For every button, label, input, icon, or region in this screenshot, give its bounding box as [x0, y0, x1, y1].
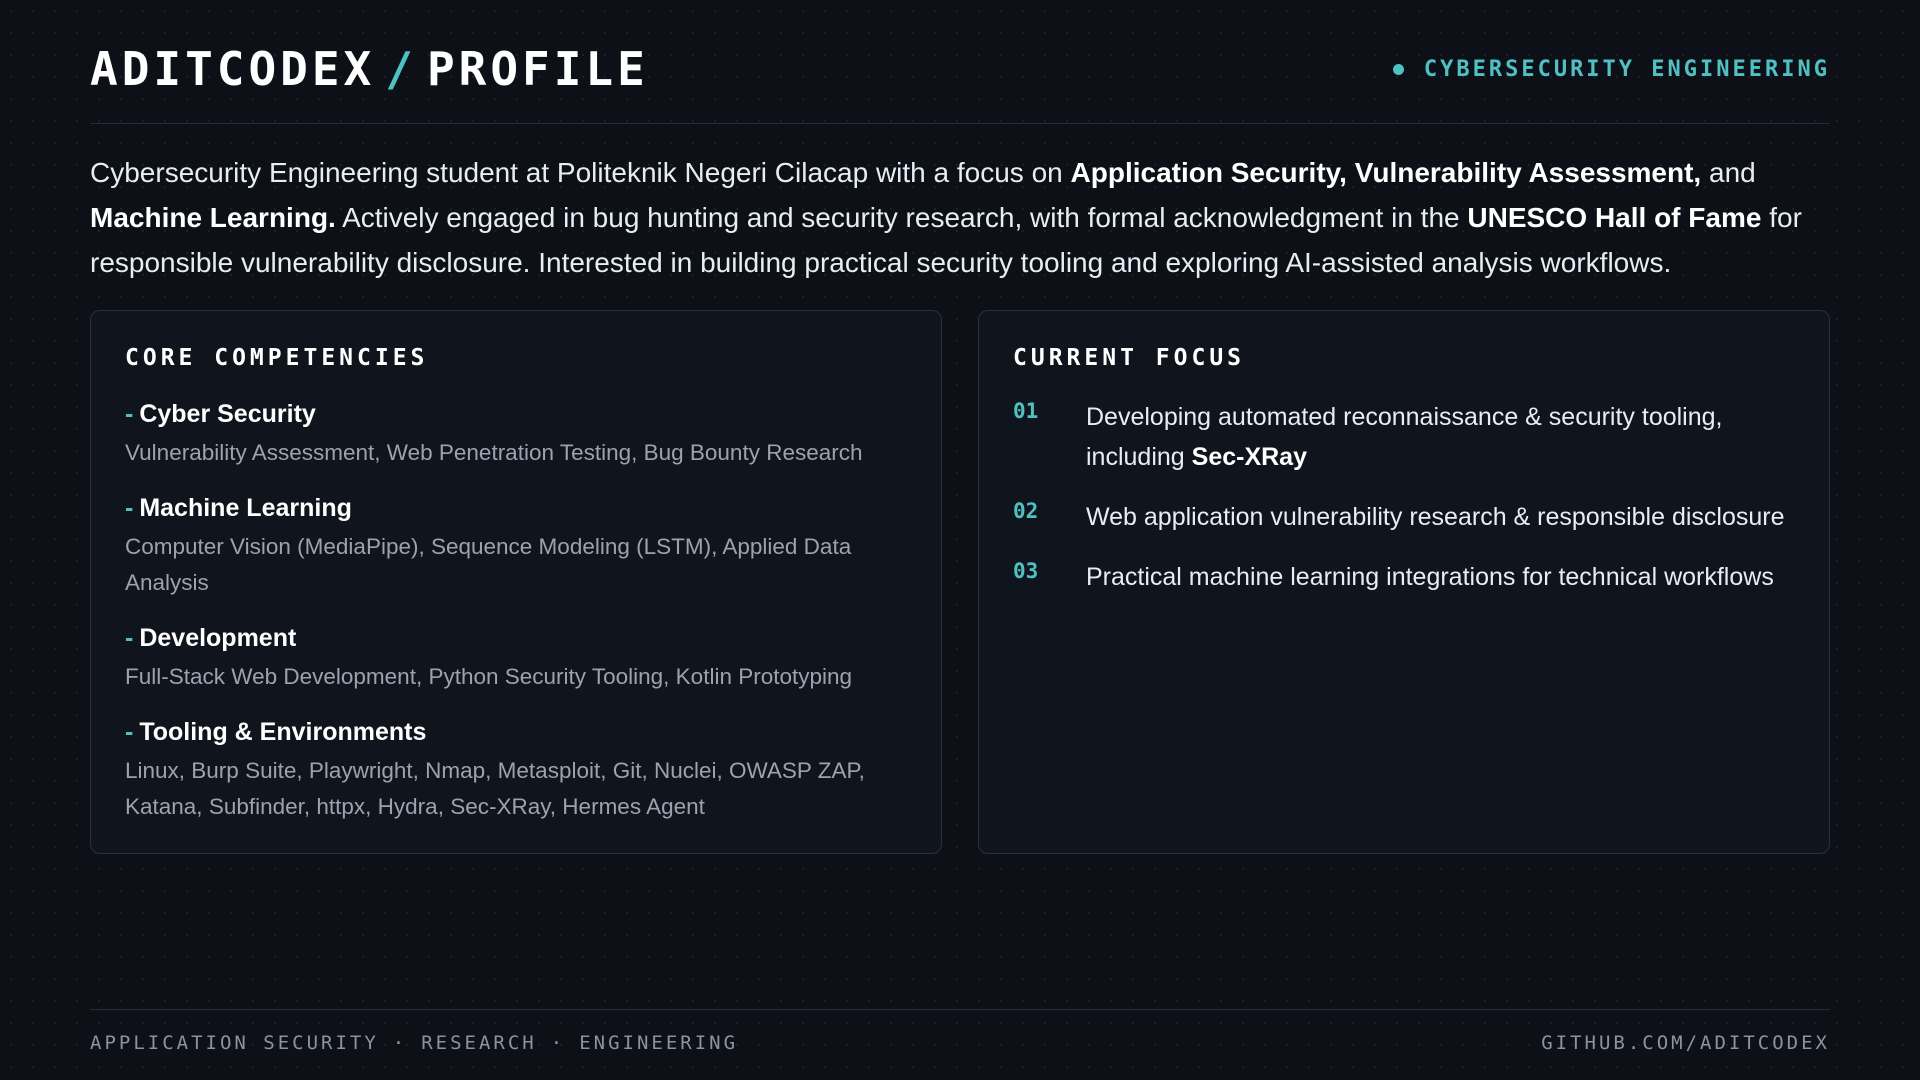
focus-item: 02 Web application vulnerability researc…	[1013, 497, 1795, 537]
footer-divider	[90, 1009, 1830, 1010]
focus-number: 01	[1013, 399, 1039, 423]
focus-text: Developing automated reconnaissance & se…	[1086, 397, 1786, 477]
competency-item: - Tooling & Environments Linux, Burp Suit…	[125, 715, 907, 825]
header-divider	[90, 123, 1830, 124]
competency-name: - Development	[125, 621, 907, 655]
intro-paragraph: Cybersecurity Engineering student at Pol…	[90, 150, 1830, 285]
footer-separator: ·	[550, 1032, 566, 1054]
title-separator: /	[385, 42, 417, 96]
competency-name-text: Cyber Security	[139, 400, 316, 428]
page-title: ADITCODEX / PROFILE	[90, 42, 649, 96]
core-competencies-card: CORE COMPETENCIES - Cyber Security Vulner…	[90, 310, 942, 854]
competency-description: Vulnerability Assessment, Web Penetratio…	[125, 440, 863, 465]
footer-github-link[interactable]: GITHUB.COM/ADITCODEX	[1541, 1032, 1830, 1054]
competency-item: - Development Full-Stack Web Development,…	[125, 621, 907, 695]
competency-description: Full-Stack Web Development, Python Secur…	[125, 664, 853, 689]
focus-number: 03	[1013, 559, 1039, 583]
title-brand: ADITCODEX	[90, 42, 376, 96]
competency-name-text: Development	[139, 624, 297, 652]
focus-text-body: Practical machine learning integrations …	[1086, 563, 1774, 591]
focus-item: 01 Developing automated reconnaissance &…	[1013, 397, 1795, 477]
intro-highlight-2: Machine Learning.	[90, 202, 336, 233]
focus-text-body: Web application vulnerability research &…	[1086, 503, 1785, 531]
intro-highlight-3: UNESCO Hall of Fame	[1467, 202, 1762, 233]
focus-text: Web application vulnerability research &…	[1086, 497, 1786, 537]
discipline-tag: CYBERSECURITY ENGINEERING	[1392, 56, 1830, 82]
competency-name: - Tooling & Environments	[125, 715, 907, 749]
title-section: PROFILE	[426, 42, 649, 96]
dash-icon: -	[125, 718, 134, 746]
footer-tag-3: ENGINEERING	[579, 1032, 739, 1054]
intro-text-1: Cybersecurity Engineering student at Pol…	[90, 157, 1071, 188]
focus-text: Practical machine learning integrations …	[1086, 557, 1786, 597]
footer-tag-1: APPLICATION SECURITY	[90, 1032, 379, 1054]
competency-name-text: Machine Learning	[139, 494, 352, 522]
intro-highlight-1: Application Security, Vulnerability Asse…	[1070, 157, 1702, 188]
footer-tag-2: RESEARCH	[421, 1032, 537, 1054]
intro-text-3: Actively engaged in bug hunting and secu…	[335, 202, 1468, 233]
competency-name: - Machine Learning	[125, 491, 907, 525]
current-focus-card: CURRENT FOCUS 01 Developing automated re…	[978, 310, 1830, 854]
competency-item: - Cyber Security Vulnerability Assessment…	[125, 397, 907, 471]
core-competencies-title: CORE COMPETENCIES	[125, 345, 429, 371]
footer-tagline: APPLICATION SECURITY · RESEARCH · ENGINEERIN…	[90, 1032, 738, 1054]
competency-name: - Cyber Security	[125, 397, 907, 431]
intro-text-2: and	[1701, 157, 1756, 188]
competency-description: Linux, Burp Suite, Playwright, Nmap, Met…	[125, 758, 865, 819]
status-dot-icon	[1392, 63, 1404, 75]
focus-item: 03 Practical machine learning integratio…	[1013, 557, 1795, 597]
current-focus-title: CURRENT FOCUS	[1013, 345, 1246, 371]
dash-icon: -	[125, 624, 134, 652]
competency-item: - Machine Learning Computer Vision (Media…	[125, 491, 907, 601]
competency-name-text: Tooling & Environments	[139, 718, 427, 746]
dash-icon: -	[125, 494, 134, 522]
discipline-tag-label: CYBERSECURITY ENGINEERING	[1423, 56, 1830, 82]
focus-text-highlight: Sec-XRay	[1191, 443, 1307, 471]
header: ADITCODEX / PROFILE CYBERSECURITY ENGINEER…	[90, 38, 1830, 100]
dash-icon: -	[125, 400, 134, 428]
competency-description: Computer Vision (MediaPipe), Sequence Mo…	[125, 534, 852, 595]
focus-number: 02	[1013, 499, 1039, 523]
profile-page: ADITCODEX / PROFILE CYBERSECURITY ENGINEER…	[90, 0, 1830, 1080]
footer: APPLICATION SECURITY · RESEARCH · ENGINEERIN…	[90, 1032, 1830, 1054]
footer-separator: ·	[392, 1032, 408, 1054]
focus-text-body: Developing automated reconnaissance & se…	[1086, 403, 1723, 471]
